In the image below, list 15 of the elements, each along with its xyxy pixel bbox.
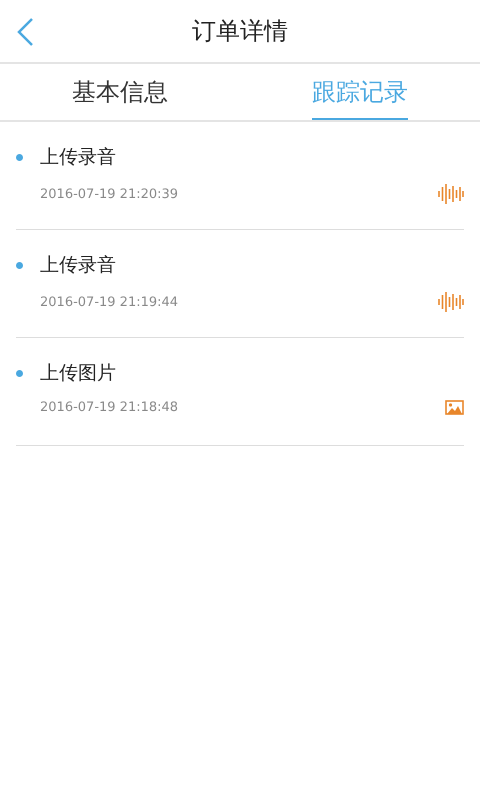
image-icon[interactable] xyxy=(445,400,464,415)
record-time: 2016-07-19 21:18:48 xyxy=(40,400,178,415)
sound-wave-icon[interactable] xyxy=(438,292,464,312)
record-title: 上传图片 xyxy=(40,361,116,386)
bullet-dot xyxy=(16,262,23,268)
record-time: 2016-07-19 21:19:44 xyxy=(40,294,178,310)
bullet-dot xyxy=(16,154,23,160)
sound-wave-icon[interactable] xyxy=(438,184,464,204)
record-title: 上传录音 xyxy=(40,145,116,170)
page-title: 订单详情 xyxy=(192,16,288,47)
tab[interactable]: 基本信息 xyxy=(72,64,168,120)
back-icon[interactable] xyxy=(16,17,34,47)
record-time: 2016-07-19 21:20:39 xyxy=(40,186,178,202)
record-title: 上传录音 xyxy=(40,253,116,278)
bullet-dot xyxy=(16,370,23,376)
